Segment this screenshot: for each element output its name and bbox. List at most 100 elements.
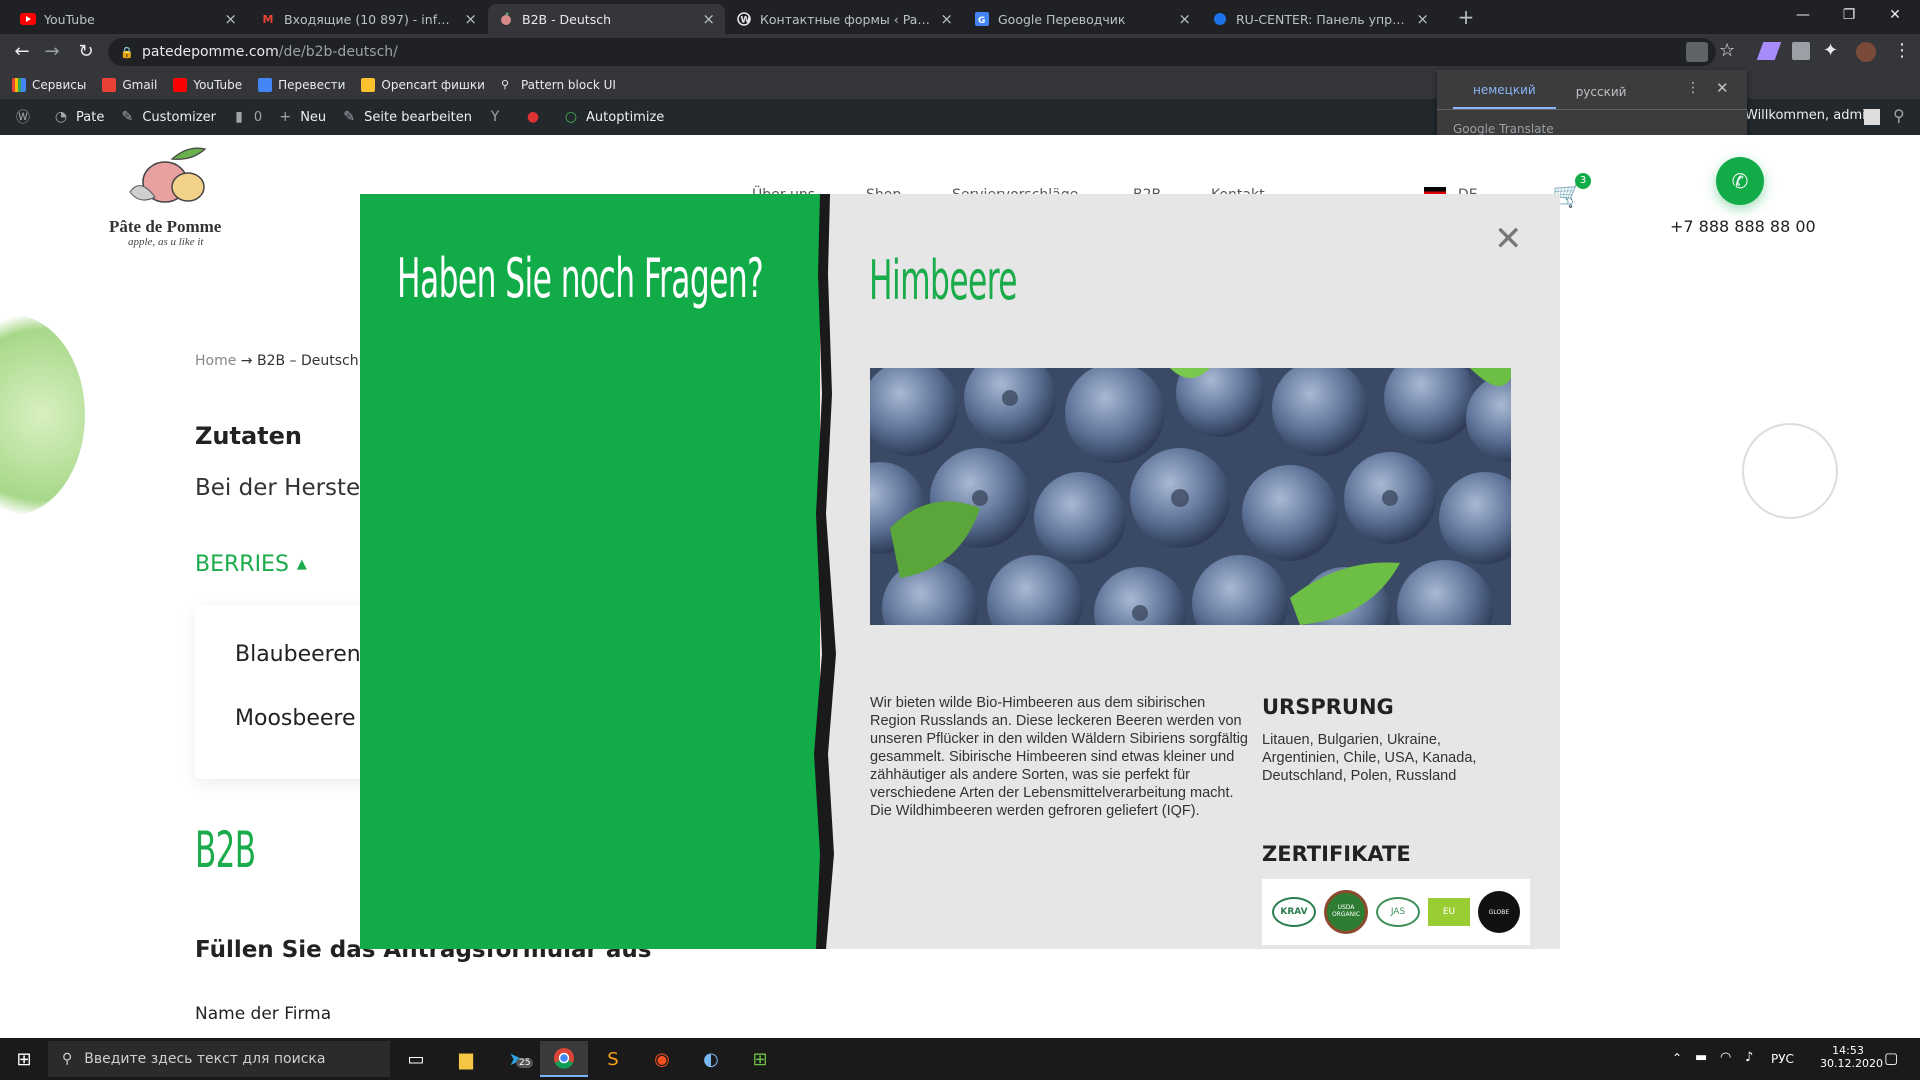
wp-customizer[interactable]: ✎ Customizer <box>118 108 215 126</box>
translate-close-icon[interactable]: ✕ <box>1716 79 1729 97</box>
wp-record[interactable]: ● <box>524 108 548 126</box>
translator-app-icon[interactable]: ⊞ <box>736 1041 784 1077</box>
comment-count: 0 <box>253 109 263 125</box>
krav-logo: KRAV <box>1272 897 1316 927</box>
file-explorer-icon[interactable]: ▆ <box>442 1041 490 1077</box>
menu-dots-icon[interactable]: ⋮ <box>1893 40 1911 61</box>
taskbar-search-placeholder: Введите здесь текст для поиска <box>84 1051 326 1067</box>
breadcrumb-home[interactable]: Home <box>195 353 236 369</box>
tab-b2b-deutsch[interactable]: B2B - Deutsch × <box>488 4 725 34</box>
tab-youtube[interactable]: YouTube × <box>10 4 247 34</box>
tab-title: RU-CENTER: Панель управлени <box>1236 11 1408 27</box>
plus-icon: + <box>279 109 292 125</box>
wifi-icon[interactable]: ◠ <box>1720 1050 1731 1065</box>
close-window-button[interactable]: ✕ <box>1872 0 1918 30</box>
product-title: Himbeere <box>869 254 1124 308</box>
bookmark-label: Pattern block UI <box>520 77 616 92</box>
close-icon[interactable]: × <box>940 10 953 28</box>
task-view-icon[interactable]: ▭ <box>392 1041 440 1077</box>
product-description: Wir bieten wilde Bio-Himbeeren aus dem s… <box>870 695 1248 819</box>
tab-title: B2B - Deutsch <box>522 11 612 27</box>
new-tab-button[interactable]: + <box>1452 4 1480 32</box>
volume-icon[interactable]: ♪ <box>1745 1050 1753 1065</box>
translate-page-icon[interactable] <box>1686 42 1708 62</box>
wp-site-name[interactable]: ◔ Pate <box>52 108 104 126</box>
svg-text:W: W <box>741 16 751 26</box>
logo-image[interactable] <box>110 137 230 217</box>
wp-comments[interactable]: ▮ 0 <box>230 108 262 126</box>
url-path: /de/b2b-deutsch/ <box>278 44 398 60</box>
close-icon[interactable]: × <box>224 10 237 28</box>
lock-icon: 🔒 <box>120 46 134 59</box>
url-host: patedepomme.com <box>142 44 279 60</box>
berry-item[interactable]: Blaubeeren <box>235 642 361 667</box>
bookmark-translate[interactable]: Перевести <box>258 77 345 92</box>
youtube-icon <box>20 11 36 27</box>
tray-chevron-icon[interactable]: ⌃ <box>1672 1051 1682 1065</box>
breadcrumb: Home → B2B – Deutsch <box>195 353 359 369</box>
windows-start-icon[interactable]: ⊞ <box>0 1041 48 1077</box>
bookmark-youtube[interactable]: YouTube <box>173 77 242 92</box>
wp-autoptimize[interactable]: ○ Autoptimize <box>562 108 664 126</box>
translate-target-lang[interactable]: русский <box>1556 85 1647 109</box>
figma-icon[interactable]: ◉ <box>638 1041 686 1077</box>
wp-new[interactable]: + Neu <box>276 108 326 126</box>
wp-edit-page[interactable]: ✎ Seite bearbeiten <box>340 108 472 126</box>
notifications-icon[interactable]: ▢ <box>1884 1049 1898 1067</box>
puzzle-icon[interactable]: ✦ <box>1823 40 1838 61</box>
bookmark-gmail[interactable]: Gmail <box>102 77 157 92</box>
forward-icon[interactable]: → <box>40 40 64 64</box>
wordpress-icon: Ⓦ <box>16 110 30 126</box>
berry-item[interactable]: Moosbeere <box>235 706 356 731</box>
berries-toggle[interactable]: BERRIES ▲ <box>195 552 307 577</box>
clock-time: 14:53 <box>1832 1044 1864 1057</box>
bookmark-services[interactable]: Сервисы <box>12 77 87 92</box>
tab-contact-forms[interactable]: W Контактные формы ‹ Pate — W × <box>726 4 963 34</box>
tab-google-translate[interactable]: G Google Переводчик × <box>964 4 1201 34</box>
minimize-button[interactable]: — <box>1780 0 1826 30</box>
clock[interactable]: 14:53 30.12.2020 <box>1820 1044 1883 1070</box>
star-icon[interactable]: ☆ <box>1719 40 1735 61</box>
taskbar-search[interactable]: ⚲ Введите здесь текст для поиска <box>48 1041 390 1077</box>
caret-up-icon: ▲ <box>296 557 307 572</box>
restore-button[interactable]: ❐ <box>1826 0 1872 30</box>
back-icon[interactable]: ← <box>10 40 34 64</box>
search-icon[interactable]: ⚲ <box>1893 106 1905 125</box>
apple-slice-decoration <box>0 315 85 515</box>
close-icon[interactable]: × <box>702 10 715 28</box>
avatar[interactable] <box>1856 42 1876 62</box>
b2b-title-text: B2B <box>195 821 256 879</box>
brush-icon: ✎ <box>121 109 134 125</box>
wp-yoast[interactable]: Y <box>486 108 510 126</box>
keyboard-language[interactable]: РУС <box>1771 1052 1794 1066</box>
wp-new-label: Neu <box>300 109 327 125</box>
wp-logo[interactable]: Ⓦ <box>14 108 38 126</box>
chrome-icon[interactable] <box>540 1041 588 1077</box>
address-bar[interactable]: 🔒 patedepomme.com/de/b2b-deutsch/ <box>108 38 1716 66</box>
bookmark-label: Сервисы <box>32 77 87 92</box>
pencil-icon: ✎ <box>343 109 356 125</box>
modal-close-icon[interactable]: ✕ <box>1494 222 1523 256</box>
extension-icon[interactable] <box>1792 42 1810 60</box>
wp-greeting[interactable]: Willkommen, admin <box>1745 108 1874 123</box>
close-icon[interactable]: × <box>1178 10 1191 28</box>
tab-title: YouTube <box>44 11 95 27</box>
logo-name: Pâte de Pomme <box>109 217 222 236</box>
reload-icon[interactable]: ↻ <box>74 40 98 64</box>
translate-menu-icon[interactable]: ⋮ <box>1686 80 1700 96</box>
battery-icon[interactable]: ▬ <box>1695 1050 1707 1065</box>
gmail-icon: M <box>262 12 274 26</box>
close-icon[interactable]: × <box>464 10 477 28</box>
logo-tagline: apple, as u like it <box>128 236 204 248</box>
phone-number[interactable]: +7 888 888 88 00 <box>1670 217 1816 236</box>
admin-avatar[interactable] <box>1864 109 1880 125</box>
tab-rucenter[interactable]: RU-CENTER: Панель управлени × <box>1202 4 1439 34</box>
tab-gmail[interactable]: M Входящие (10 897) - inforuslan7 × <box>250 4 487 34</box>
bookmark-pattern[interactable]: ⚲ Pattern block UI <box>501 78 616 92</box>
sublime-icon[interactable]: S <box>589 1041 637 1077</box>
phone-call-button[interactable]: ✆ <box>1716 157 1764 205</box>
app-icon[interactable]: ◐ <box>687 1041 735 1077</box>
close-icon[interactable]: × <box>1416 10 1429 28</box>
translate-source-lang[interactable]: немецкий <box>1453 83 1556 109</box>
bookmark-opencart[interactable]: Opencart фишки <box>361 77 485 92</box>
